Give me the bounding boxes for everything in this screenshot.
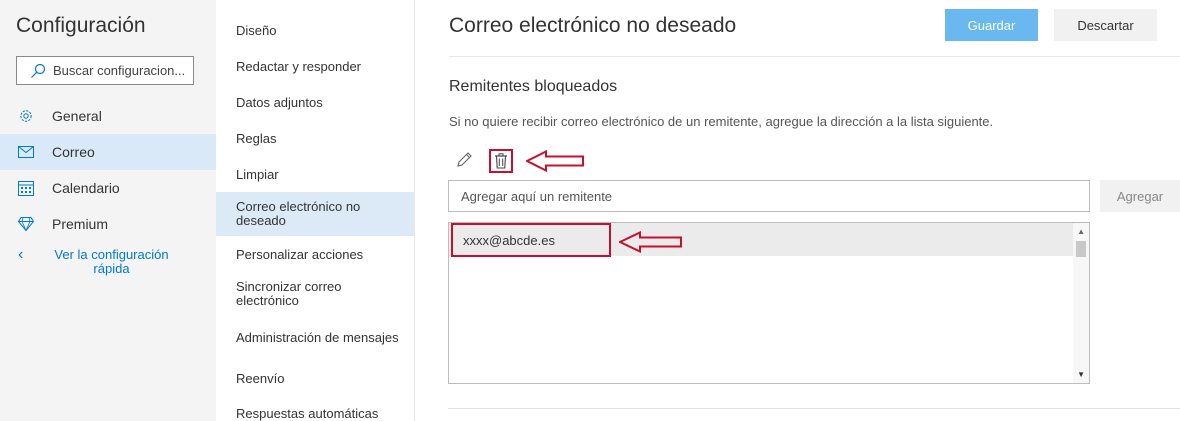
- section-description: Si no quiere recibir correo electrónico …: [449, 114, 994, 129]
- mail-subnav: Diseño Redactar y responder Datos adjunt…: [216, 0, 415, 421]
- delete-button[interactable]: [489, 149, 513, 173]
- discard-button[interactable]: Descartar: [1054, 9, 1157, 41]
- chevron-left-icon: ‹: [18, 246, 24, 263]
- subnav-item-compose[interactable]: Redactar y responder: [216, 58, 414, 76]
- category-label: General: [52, 108, 102, 124]
- subnav-item-sweep[interactable]: Limpiar: [216, 166, 414, 184]
- category-general[interactable]: General: [0, 98, 216, 134]
- subnav-item-junk-email[interactable]: Correo electrónico no deseado: [216, 192, 414, 236]
- subnav-item-forwarding[interactable]: Reenvío: [216, 370, 414, 388]
- mail-icon: [0, 146, 52, 158]
- category-calendar[interactable]: Calendario: [0, 170, 216, 206]
- calendar-icon: [0, 180, 52, 196]
- edit-icon[interactable]: [454, 150, 474, 170]
- quick-settings-label: Ver la configuración rápida: [54, 247, 169, 276]
- blocked-senders-list[interactable]: xxxx@abcde.es ▲ ▼: [448, 222, 1090, 384]
- category-label: Premium: [52, 216, 109, 232]
- page-title: Correo electrónico no deseado: [449, 14, 737, 37]
- search-icon: [31, 63, 46, 78]
- search-placeholder: Buscar configuracion...: [53, 63, 186, 78]
- settings-title: Configuración: [16, 14, 146, 37]
- scroll-up-icon[interactable]: ▲: [1077, 227, 1085, 236]
- subnav-item-sync[interactable]: Sincronizar correo electrónico: [216, 279, 414, 309]
- subnav-item-actions[interactable]: Personalizar acciones: [216, 246, 414, 264]
- category-label: Correo: [52, 144, 95, 160]
- junk-email-panel: Correo electrónico no deseado Guardar De…: [416, 0, 1180, 421]
- subnav-item-message-handling[interactable]: Administración de mensajes: [216, 323, 414, 353]
- settings-pane: Configuración Buscar configuracion... Ge…: [0, 0, 216, 421]
- subnav-item-attachments[interactable]: Datos adjuntos: [216, 94, 414, 112]
- footer-divider: [448, 408, 1180, 409]
- category-label: Calendario: [52, 180, 120, 196]
- section-title: Remitentes bloqueados: [449, 78, 618, 95]
- blocked-sender-email: xxxx@abcde.es: [451, 223, 611, 257]
- scrollbar[interactable]: ▲ ▼: [1073, 223, 1089, 383]
- add-sender-button[interactable]: Agregar: [1100, 180, 1180, 212]
- subnav-item-auto-replies[interactable]: Respuestas automáticas: [216, 405, 414, 421]
- search-input[interactable]: Buscar configuracion...: [16, 56, 194, 85]
- subnav-item-layout[interactable]: Diseño: [216, 22, 414, 40]
- quick-settings-link[interactable]: ‹ Ver la configuración rápida: [0, 246, 216, 276]
- category-premium[interactable]: Premium: [0, 206, 216, 242]
- gear-icon: [0, 108, 52, 124]
- header-divider: [449, 56, 1180, 57]
- list-item[interactable]: xxxx@abcde.es: [449, 223, 1073, 257]
- add-sender-input[interactable]: Agregar aquí un remitente: [448, 180, 1090, 212]
- scroll-down-icon[interactable]: ▼: [1077, 370, 1085, 379]
- annotation-arrow-icon: [526, 150, 584, 172]
- annotation-arrow-icon: [619, 231, 682, 253]
- diamond-icon: [0, 217, 52, 231]
- subnav-item-rules[interactable]: Reglas: [216, 130, 414, 148]
- save-button[interactable]: Guardar: [945, 9, 1038, 41]
- category-mail[interactable]: Correo: [0, 134, 216, 170]
- scrollbar-thumb[interactable]: [1076, 241, 1086, 257]
- trash-icon: [495, 153, 507, 169]
